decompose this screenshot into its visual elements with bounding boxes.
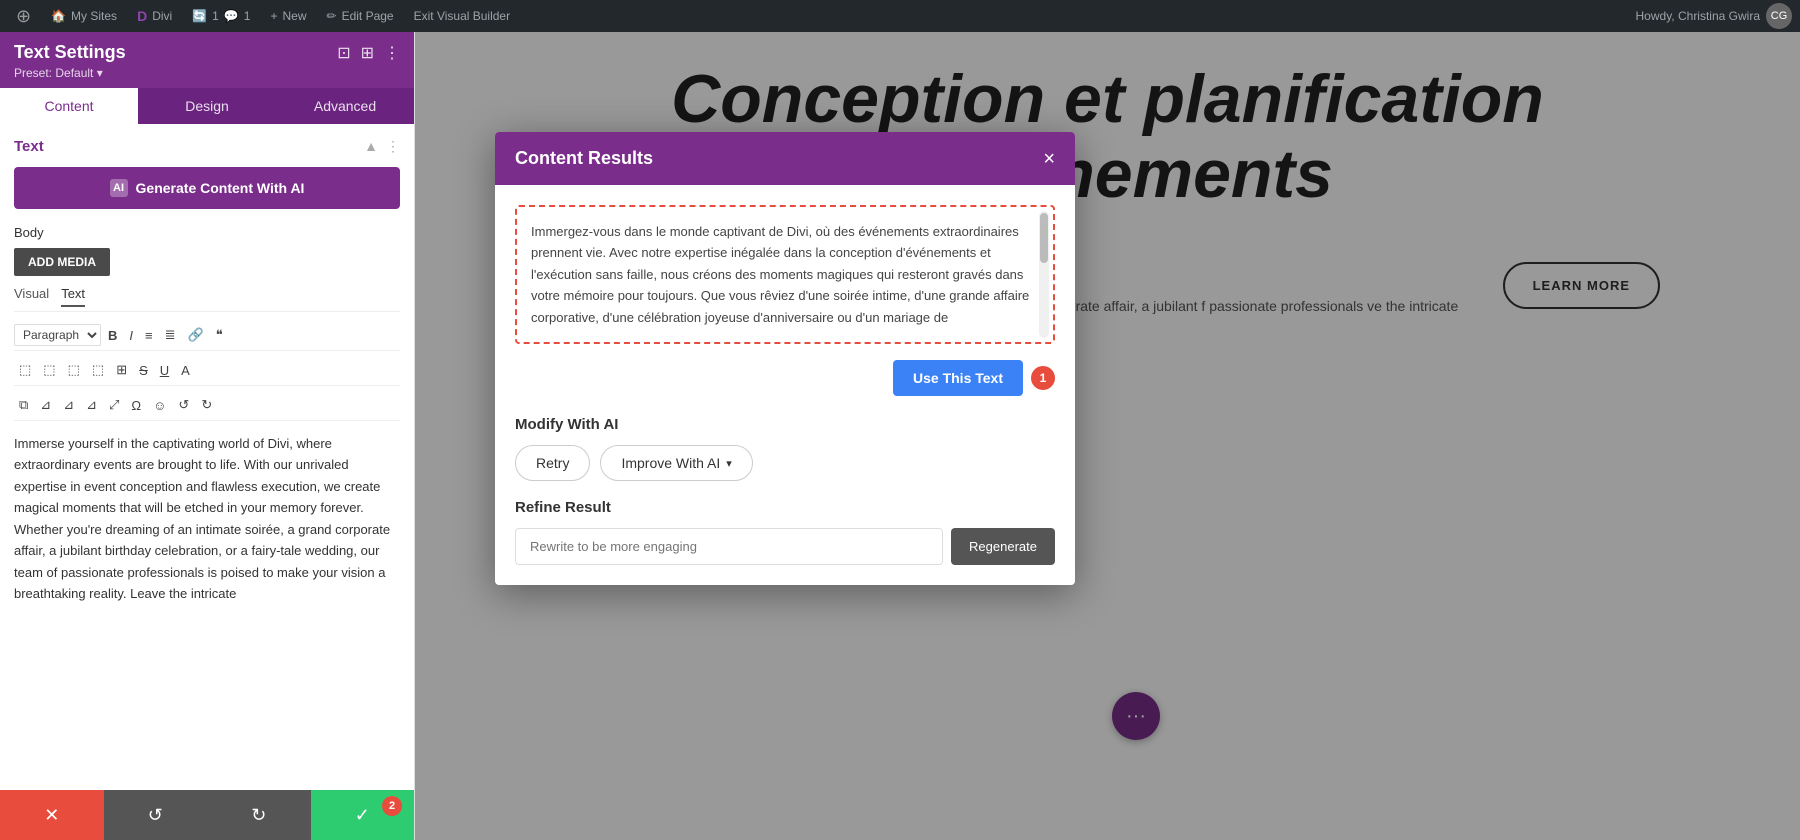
- save-button[interactable]: ✓ 2: [311, 790, 415, 840]
- format-select[interactable]: Paragraph: [14, 324, 101, 346]
- align-justify-button[interactable]: ⬚: [87, 359, 109, 381]
- editor-toolbar-row3: ⧉ ⊿ ⊿ ⊿ ⤢ Ω ☺ ↺ ↻: [14, 394, 400, 421]
- outdent-button[interactable]: ⊿: [58, 394, 79, 416]
- modify-buttons: Retry Improve With AI ▾: [515, 445, 1055, 481]
- redo-editor-button[interactable]: ↻: [196, 394, 217, 416]
- new-item[interactable]: + New: [262, 0, 314, 32]
- modify-label: Modify With AI: [515, 416, 1055, 433]
- tab-design[interactable]: Design: [138, 88, 276, 124]
- left-panel: Text Settings ⊡ ⊞ ⋮ Preset: Default ▾ Co…: [0, 32, 415, 840]
- unordered-list-button[interactable]: ≡: [140, 324, 158, 346]
- undo-editor-button[interactable]: ↺: [173, 394, 194, 416]
- modal-close-button[interactable]: ×: [1043, 149, 1055, 169]
- my-sites-item[interactable]: 🏠 My Sites: [43, 0, 125, 32]
- content-results-modal: Content Results × Immergez-vous dans le …: [495, 132, 1075, 585]
- improve-chevron-icon: ▾: [726, 457, 732, 470]
- result-text-box: Immergez-vous dans le monde captivant de…: [515, 205, 1055, 344]
- modal-body: Immergez-vous dans le monde captivant de…: [495, 185, 1075, 585]
- wp-logo-item[interactable]: ⊕: [8, 0, 39, 32]
- blockquote-button[interactable]: ❝: [211, 324, 228, 346]
- howdy-area: Howdy, Christina Gwira CG: [1636, 3, 1792, 29]
- add-media-button[interactable]: ADD MEDIA: [14, 248, 110, 276]
- editor-toolbar: Paragraph B I ≡ ≣ 🔗 ❝: [14, 320, 400, 351]
- strikethrough-button[interactable]: S: [134, 359, 153, 381]
- text-section-header: Text ▲ ⋮: [14, 138, 400, 155]
- edit-page-item[interactable]: ✏ Edit Page: [319, 0, 402, 32]
- bottom-bar: ✕ ↺ ↻ ✓ 2: [0, 790, 414, 840]
- modal-title: Content Results: [515, 148, 653, 169]
- emoji-button[interactable]: ☺: [148, 394, 171, 416]
- use-this-text-button[interactable]: Use This Text: [893, 360, 1023, 396]
- more-options-button[interactable]: ⊿: [81, 394, 102, 416]
- result-text: Immergez-vous dans le monde captivant de…: [531, 224, 1029, 325]
- editor-toolbar-row2: ⬚ ⬚ ⬚ ⬚ ⊞ S U A: [14, 359, 400, 386]
- save-badge: 2: [382, 796, 402, 816]
- section-more-icon[interactable]: ⋮: [386, 138, 400, 155]
- refine-label: Refine Result: [515, 499, 1055, 516]
- editor-tab-visual[interactable]: Visual: [14, 286, 49, 307]
- refine-input-row: Regenerate: [515, 528, 1055, 565]
- retry-button[interactable]: Retry: [515, 445, 590, 481]
- bold-button[interactable]: B: [103, 324, 122, 346]
- wp-admin-bar: ⊕ 🏠 My Sites D Divi 🔄 1 💬 1 + New ✏ Edit…: [0, 0, 1800, 32]
- panel-tabs: Content Design Advanced: [0, 88, 414, 124]
- body-label: Body: [14, 225, 400, 240]
- indent-button[interactable]: ⊿: [35, 394, 56, 416]
- section-chevron-icon[interactable]: ▲: [364, 138, 378, 155]
- modal-header: Content Results ×: [495, 132, 1075, 185]
- tab-advanced[interactable]: Advanced: [276, 88, 414, 124]
- panel-content: Text ▲ ⋮ AI Generate Content With AI Bod…: [0, 124, 414, 790]
- editor-tabs: Visual Text: [14, 286, 400, 312]
- section-title: Text: [14, 138, 44, 155]
- panel-header-icons: ⊡ ⊞ ⋮: [337, 43, 400, 63]
- color-button[interactable]: A: [176, 359, 195, 381]
- fullscreen-button[interactable]: ⤢: [104, 394, 124, 416]
- copy-button[interactable]: ⧉: [14, 394, 33, 416]
- panel-icon-copy[interactable]: ⊡: [337, 43, 350, 63]
- preset-row[interactable]: Preset: Default ▾: [14, 66, 400, 80]
- comments-item[interactable]: 🔄 1 💬 1: [184, 0, 258, 32]
- generate-content-button[interactable]: AI Generate Content With AI: [14, 167, 400, 209]
- ordered-list-button[interactable]: ≣: [160, 324, 181, 346]
- exit-builder-item[interactable]: Exit Visual Builder: [406, 0, 519, 32]
- align-center-button[interactable]: ⬚: [38, 359, 60, 381]
- use-text-row: Use This Text 1: [515, 360, 1055, 396]
- editor-body-text: Immerse yourself in the captivating worl…: [14, 433, 400, 613]
- modify-section: Modify With AI Retry Improve With AI ▾: [515, 416, 1055, 481]
- refine-input[interactable]: [515, 528, 943, 565]
- user-avatar: CG: [1766, 3, 1792, 29]
- redo-button[interactable]: ↻: [207, 790, 311, 840]
- regenerate-button[interactable]: Regenerate: [951, 528, 1055, 565]
- use-text-badge: 1: [1031, 366, 1055, 390]
- undo-button[interactable]: ↺: [104, 790, 208, 840]
- align-right-button[interactable]: ⬚: [63, 359, 85, 381]
- cancel-button[interactable]: ✕: [0, 790, 104, 840]
- ai-icon: AI: [110, 179, 128, 197]
- italic-button[interactable]: I: [124, 324, 138, 346]
- align-left-button[interactable]: ⬚: [14, 359, 36, 381]
- panel-header: Text Settings ⊡ ⊞ ⋮ Preset: Default ▾: [0, 32, 414, 88]
- divi-item[interactable]: D Divi: [129, 0, 180, 32]
- tab-content[interactable]: Content: [0, 88, 138, 124]
- modal-overlay: Content Results × Immergez-vous dans le …: [415, 32, 1800, 840]
- refine-section: Refine Result Regenerate: [515, 499, 1055, 565]
- canvas-area: Conception et planification d'événements…: [415, 32, 1800, 840]
- special-chars-button[interactable]: Ω: [126, 394, 146, 416]
- panel-title: Text Settings: [14, 42, 126, 63]
- underline-button[interactable]: U: [155, 359, 174, 381]
- table-button[interactable]: ⊞: [111, 359, 132, 381]
- link-button[interactable]: 🔗: [183, 324, 209, 346]
- panel-icon-layout[interactable]: ⊞: [361, 43, 374, 63]
- editor-tab-text[interactable]: Text: [61, 286, 85, 307]
- panel-icon-more[interactable]: ⋮: [384, 43, 400, 63]
- improve-with-ai-button[interactable]: Improve With AI ▾: [600, 445, 752, 481]
